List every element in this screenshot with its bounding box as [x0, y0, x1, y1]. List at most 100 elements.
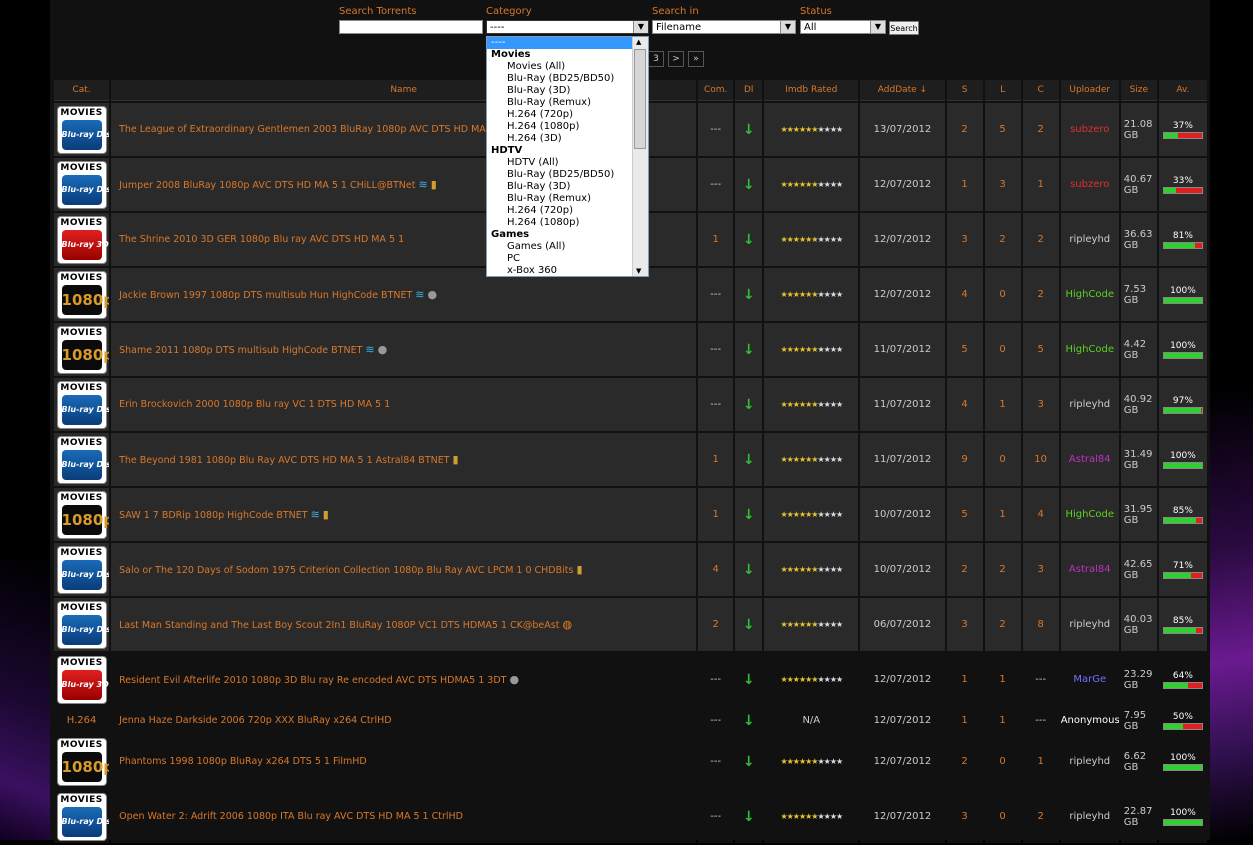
category-cell[interactable]: MOVIES 1080p: [54, 323, 110, 376]
completed[interactable]: ---: [1022, 653, 1059, 706]
dropdown-option[interactable]: H.264 (1080p): [487, 121, 633, 133]
download-cell[interactable]: ↓: [735, 103, 763, 156]
torrent-link[interactable]: The Shrine 2010 3D GER 1080p Blu ray AVC…: [119, 234, 404, 245]
seeders[interactable]: 2: [946, 103, 983, 156]
leechers[interactable]: 0: [984, 735, 1021, 788]
category-badge-icon[interactable]: MOVIES Blu-ray 3D: [56, 215, 109, 264]
col-adddate[interactable]: AddDate ↓: [860, 80, 945, 101]
dropdown-option[interactable]: Blu-Ray (BD25/BD50): [487, 73, 633, 85]
download-arrow-icon[interactable]: ↓: [743, 342, 755, 358]
category-badge-icon[interactable]: MOVIES 1080p: [56, 490, 109, 539]
leechers[interactable]: 0: [984, 790, 1021, 843]
uploader[interactable]: Astral84: [1060, 433, 1119, 486]
leechers[interactable]: 0: [984, 323, 1021, 376]
download-cell[interactable]: ↓: [735, 735, 763, 788]
dropdown-option[interactable]: x-Box 360: [487, 265, 633, 276]
completed[interactable]: 8: [1022, 598, 1059, 651]
category-cell[interactable]: MOVIES Blu-ray 3D: [54, 653, 110, 706]
completed[interactable]: 5: [1022, 323, 1059, 376]
torrent-link[interactable]: Jackie Brown 1997 1080p DTS multisub Hun…: [119, 290, 412, 301]
download-cell[interactable]: ↓: [735, 323, 763, 376]
uploader[interactable]: Anonymous: [1060, 708, 1119, 733]
download-arrow-icon[interactable]: ↓: [743, 507, 755, 523]
download-cell[interactable]: ↓: [735, 158, 763, 211]
torrent-link[interactable]: The Beyond 1981 1080p Blu Ray AVC DTS HD…: [119, 455, 449, 466]
col-imdb[interactable]: Imdb Rated: [764, 80, 859, 101]
seeders[interactable]: 1: [946, 653, 983, 706]
scrollbar-thumb[interactable]: [634, 49, 646, 149]
download-cell[interactable]: ↓: [735, 268, 763, 321]
dropdown-option[interactable]: Movies (All): [487, 61, 633, 73]
torrent-link[interactable]: Resident Evil Afterlife 2010 1080p 3D Bl…: [119, 675, 506, 686]
category-select[interactable]: ---- ▼: [486, 20, 649, 34]
torrent-link[interactable]: Jumper 2008 BluRay 1080p AVC DTS HD MA 5…: [119, 180, 415, 191]
download-arrow-icon[interactable]: ↓: [743, 713, 755, 729]
category-cell[interactable]: MOVIES Blu-ray Disc: [54, 598, 110, 651]
leechers[interactable]: 2: [984, 213, 1021, 266]
comments-count[interactable]: 1: [698, 213, 734, 266]
comments-count[interactable]: ---: [698, 323, 734, 376]
seeders[interactable]: 4: [946, 268, 983, 321]
search-input[interactable]: [339, 20, 483, 34]
seeders[interactable]: 2: [946, 735, 983, 788]
dropdown-option[interactable]: H.264 (3D): [487, 133, 633, 145]
leechers[interactable]: 0: [984, 433, 1021, 486]
uploader[interactable]: ripleyhd: [1060, 790, 1119, 843]
torrent-link[interactable]: The League of Extraordinary Gentlemen 20…: [119, 124, 513, 135]
col-uploader[interactable]: Uploader: [1060, 80, 1119, 101]
download-arrow-icon[interactable]: ↓: [743, 287, 755, 303]
col-completed[interactable]: C: [1022, 80, 1059, 101]
category-cell[interactable]: MOVIES Blu-ray Disc: [54, 790, 110, 843]
seeders[interactable]: 3: [946, 598, 983, 651]
dropdown-option[interactable]: PC: [487, 253, 633, 265]
col-availability[interactable]: Av.: [1158, 80, 1207, 101]
download-arrow-icon[interactable]: ↓: [743, 809, 755, 825]
category-badge-icon[interactable]: MOVIES Blu-ray 3D: [56, 655, 109, 704]
uploader[interactable]: ripleyhd: [1060, 735, 1119, 788]
category-badge-icon[interactable]: MOVIES Blu-ray Disc: [56, 545, 109, 594]
category-dropdown-list[interactable]: ---- Movies Movies (All) Blu-Ray (BD25/BD50…: [486, 36, 649, 277]
completed[interactable]: 2: [1022, 213, 1059, 266]
dropdown-option[interactable]: Blu-Ray (BD25/BD50): [487, 169, 633, 181]
completed[interactable]: 1: [1022, 158, 1059, 211]
dropdown-option[interactable]: Blu-Ray (3D): [487, 85, 633, 97]
torrent-link[interactable]: Salo or The 120 Days of Sodom 1975 Crite…: [119, 565, 573, 576]
dropdown-option[interactable]: Blu-Ray (Remux): [487, 193, 633, 205]
uploader[interactable]: HighCode: [1060, 323, 1119, 376]
col-download[interactable]: Dl: [735, 80, 763, 101]
col-cat[interactable]: Cat.: [54, 80, 110, 101]
uploader[interactable]: subzero: [1060, 103, 1119, 156]
category-badge-icon[interactable]: MOVIES Blu-ray Disc: [56, 600, 109, 649]
col-size[interactable]: Size: [1120, 80, 1157, 101]
category-cell[interactable]: MOVIES Blu-ray Disc: [54, 433, 110, 486]
dropdown-option[interactable]: ----: [487, 37, 633, 49]
comments-count[interactable]: ---: [698, 158, 734, 211]
category-badge-icon[interactable]: MOVIES Blu-ray Disc: [56, 792, 109, 841]
next-page-link[interactable]: >: [668, 51, 684, 67]
download-cell[interactable]: ↓: [735, 213, 763, 266]
download-cell[interactable]: ↓: [735, 790, 763, 843]
download-cell[interactable]: ↓: [735, 598, 763, 651]
completed[interactable]: 1: [1022, 735, 1059, 788]
download-arrow-icon[interactable]: ↓: [743, 397, 755, 413]
uploader[interactable]: MarGe: [1060, 653, 1119, 706]
category-cell[interactable]: MOVIES 1080p: [54, 735, 110, 788]
completed[interactable]: 2: [1022, 268, 1059, 321]
download-cell[interactable]: ↓: [735, 433, 763, 486]
download-cell[interactable]: ↓: [735, 653, 763, 706]
page-link-3[interactable]: 3: [648, 51, 664, 67]
seeders[interactable]: 3: [946, 790, 983, 843]
seeders[interactable]: 5: [946, 488, 983, 541]
search-button[interactable]: Search: [889, 21, 919, 35]
category-cell[interactable]: MOVIES Blu-ray Disc: [54, 158, 110, 211]
col-leechers[interactable]: L: [984, 80, 1021, 101]
category-cell[interactable]: H.264: [54, 708, 110, 733]
seeders[interactable]: 5: [946, 323, 983, 376]
category-badge-icon[interactable]: MOVIES Blu-ray Disc: [56, 380, 109, 429]
category-badge-icon[interactable]: MOVIES 1080p: [56, 737, 109, 786]
download-cell[interactable]: ↓: [735, 708, 763, 733]
dropdown-option[interactable]: Blu-Ray (3D): [487, 181, 633, 193]
torrent-link[interactable]: Open Water 2: Adrift 2006 1080p ITA Blu …: [119, 811, 463, 822]
category-cell[interactable]: MOVIES Blu-ray Disc: [54, 543, 110, 596]
category-badge-icon[interactable]: MOVIES 1080p: [56, 325, 109, 374]
